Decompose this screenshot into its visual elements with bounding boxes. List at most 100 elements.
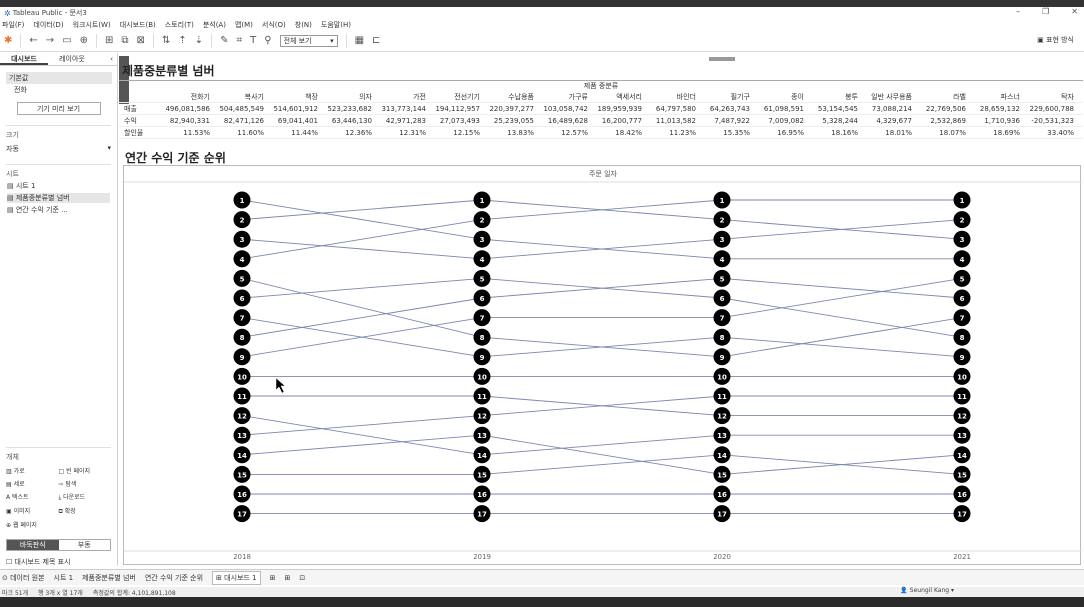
sheet-item[interactable]: ▤ 제품중분류별 넘버 <box>7 193 110 203</box>
presentation-icon[interactable]: ⊏ <box>372 35 380 46</box>
os-top-strip <box>0 0 1084 7</box>
object-image[interactable]: ▣ 이미지 <box>6 506 59 516</box>
new-sheet-tab-icon[interactable]: ⊞ <box>270 574 276 582</box>
close-icon[interactable]: ✕ <box>1071 7 1078 16</box>
menu-worksheet[interactable]: 워크시트(W) <box>73 20 111 30</box>
object-text[interactable]: A 텍스트 <box>6 492 59 502</box>
save-icon[interactable]: ▭ <box>62 35 71 46</box>
tiled-button[interactable]: 바둑판식 <box>7 540 59 550</box>
tab-sheet-category[interactable]: 제품중분류별 넘버 <box>82 573 136 583</box>
table-cell: -20,531,323 <box>1031 116 1074 125</box>
object-webpage[interactable]: ⊕ 웹 페이지 <box>6 520 59 529</box>
restore-icon[interactable]: ❐ <box>1042 7 1049 16</box>
tab-dashboard1[interactable]: ⊞ 대시보드 1 <box>212 570 261 585</box>
view-select-value: 전체 보기 <box>283 36 312 45</box>
duplicate-icon[interactable]: ⧉ <box>121 35 128 46</box>
show-title-checkbox[interactable]: ☐ 대시보드 제목 표시 <box>6 557 111 567</box>
menu-file[interactable]: 파일(F) <box>2 20 24 30</box>
rank-label: 9 <box>960 354 965 362</box>
x-tick-label: 2018 <box>233 553 251 561</box>
table-cell: 7,009,082 <box>768 116 804 125</box>
rank-label: 9 <box>240 354 245 362</box>
present-mode-button[interactable]: ▣ 표현 방식 <box>1037 35 1074 45</box>
object-label: 텍스트 <box>12 494 29 501</box>
size-dropdown[interactable]: 자동 ▾ <box>6 144 111 154</box>
object-extension[interactable]: ⧉ 확장 <box>59 506 112 516</box>
collapse-icon[interactable]: ‹ <box>96 53 117 65</box>
device-phone[interactable]: 전화 <box>6 84 112 96</box>
category-table: 제품 중분류 전화기 복사기 책장 의자 가전 전선기기 수납용품 가구류 액세서리 바인더 필기구… <box>119 80 1083 139</box>
sheet-item[interactable]: ▤ 시트 1 <box>7 181 110 191</box>
rank-label: 12 <box>957 413 967 421</box>
rank-label: 1 <box>720 197 725 205</box>
object-horizontal[interactable]: ▥ 가로 <box>6 466 59 475</box>
drag-handle[interactable] <box>709 57 735 61</box>
clear-icon[interactable]: ⊠ <box>137 35 145 46</box>
redo-icon[interactable]: → <box>46 35 54 46</box>
menu-map[interactable]: 맵(M) <box>235 20 253 30</box>
sheets-header: 시트 <box>6 164 111 179</box>
new-story-tab-icon[interactable]: ⊡ <box>299 574 305 582</box>
tab-datasource[interactable]: ⊙ 데이터 원본 <box>2 573 45 583</box>
sheet-item[interactable]: ▤ 연간 수익 기준 ... <box>7 205 110 215</box>
tableau-logo-icon: ✲ <box>4 8 11 18</box>
new-dashboard-tab-icon[interactable]: ⊞ <box>284 574 290 582</box>
table-cell: 16.95% <box>777 128 804 137</box>
rank-label: 3 <box>480 236 485 244</box>
dashboard-icon: ⊞ <box>216 573 225 582</box>
table-row: 할인율 11.53% 11.60% 11.44% 12.36% 12.31% 12.15% 1… <box>119 127 1083 139</box>
table-cell: 73,088,214 <box>871 104 912 113</box>
menu-story[interactable]: 스토리(T) <box>165 20 194 30</box>
rank-label: 16 <box>957 491 967 499</box>
menu-format[interactable]: 서식(O) <box>262 20 286 30</box>
sort-asc-icon[interactable]: ⇡ <box>178 35 186 46</box>
column-header: 액세서리 <box>616 92 642 101</box>
new-sheet-icon[interactable]: ⊞ <box>105 35 113 46</box>
category-header: 제품 중분류 <box>583 82 619 90</box>
label-icon[interactable]: T <box>250 35 256 46</box>
menu-dashboard[interactable]: 대시보드(B) <box>120 20 156 30</box>
menu-analysis[interactable]: 분석(A) <box>203 20 226 30</box>
table-cell: 12.57% <box>561 128 588 137</box>
object-navigation[interactable]: ⇨ 탐색 <box>59 479 112 488</box>
rank-label: 6 <box>720 295 725 303</box>
mouse-cursor-icon <box>275 377 286 394</box>
table-row: 수익 82,940,331 82,471,126 69,041,401 63,446,1… <box>119 115 1083 127</box>
highlight-icon[interactable]: ✎ <box>220 35 228 46</box>
table-cell: 16,489,628 <box>547 116 588 125</box>
tab-sheet-rank[interactable]: 연간 수익 기준 순위 <box>145 573 203 583</box>
object-blank[interactable]: □ 빈 페이지 <box>59 466 112 475</box>
rank-label: 16 <box>237 491 247 499</box>
swap-icon[interactable]: ⇅ <box>162 35 170 46</box>
undo-icon[interactable]: ← <box>29 35 37 46</box>
checkbox-icon: ☐ <box>6 558 15 566</box>
menu-window[interactable]: 창(N) <box>295 20 312 30</box>
view-select[interactable]: 전체 보기 ▾ <box>279 34 338 47</box>
rank-label: 5 <box>480 275 485 283</box>
user-menu[interactable]: 👤 Seungil Kang ▾ <box>900 587 954 594</box>
rank-label: 10 <box>477 373 487 381</box>
tableau-home-icon[interactable]: ✱ <box>4 35 12 46</box>
device-default[interactable]: 기본값 <box>6 72 112 84</box>
tab-dashboard[interactable]: 대시보드 <box>0 53 48 65</box>
rank-label: 1 <box>960 197 965 205</box>
rank-label: 1 <box>240 197 245 205</box>
globe-icon: ⊕ <box>6 522 13 529</box>
present-label: 표현 방식 <box>1046 36 1074 44</box>
rank-label: 8 <box>480 334 485 342</box>
new-datasource-icon[interactable]: ⊕ <box>80 35 88 46</box>
tab-sheet1[interactable]: 시트 1 <box>54 573 74 583</box>
sort-desc-icon[interactable]: ⇣ <box>195 35 203 46</box>
object-download[interactable]: ⤓ 다운로드 <box>59 492 112 502</box>
floating-button[interactable]: 부동 <box>59 540 111 550</box>
device-preview-button[interactable]: 기기 미리 보기 <box>16 102 101 115</box>
minimize-icon[interactable]: – <box>1016 7 1020 16</box>
pin-icon[interactable]: ⚲ <box>264 35 271 46</box>
objects-grid: ▥ 가로 □ 빈 페이지 ▤ 세로 ⇨ 탐색 A 텍스트 ⤓ 다운로드 ▣ 이미… <box>6 466 111 529</box>
menu-help[interactable]: 도움말(H) <box>321 20 351 30</box>
object-vertical[interactable]: ▤ 세로 <box>6 479 59 488</box>
group-icon[interactable]: ⌗ <box>237 35 243 46</box>
tab-layout[interactable]: 레이아웃 <box>48 53 96 65</box>
menu-data[interactable]: 데이터(D) <box>33 20 63 30</box>
show-cards-icon[interactable]: ▦ <box>355 35 364 46</box>
